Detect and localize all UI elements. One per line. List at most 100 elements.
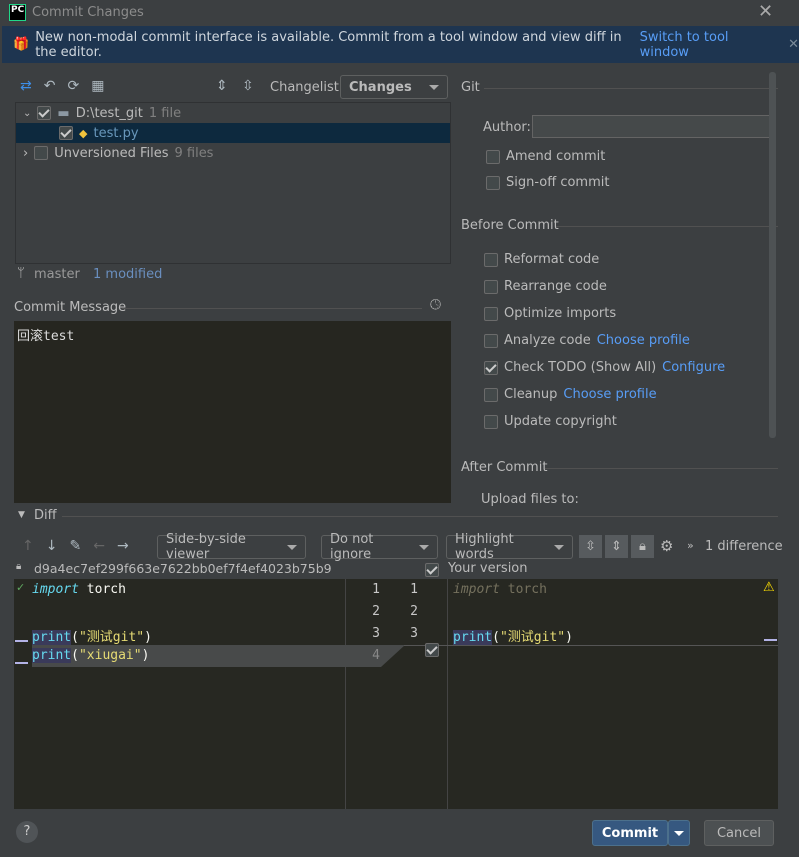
history-icon[interactable]: 🕓︎ (430, 297, 441, 313)
forward-icon[interactable]: → (117, 538, 129, 554)
sync-scroll-icon[interactable]: ⇕ (605, 535, 628, 558)
before-commit-option[interactable]: Reformat code (484, 252, 599, 267)
refresh-icon[interactable]: ⟳ (67, 78, 79, 94)
keyword: import (32, 582, 79, 597)
commit-message-label: Commit Message (14, 300, 127, 315)
diff-collapse-icon[interactable]: ▼ (18, 510, 25, 520)
help-button[interactable]: ? (16, 821, 38, 843)
right-line-number: 1 (410, 582, 418, 597)
root-count: 1 file (148, 105, 182, 121)
branch-name[interactable]: master (34, 267, 80, 282)
option-checkbox[interactable] (484, 306, 498, 321)
tree-item-root[interactable]: ⌄ ▬ D:\test_git 1 file (16, 103, 450, 123)
python-file-icon: ◆ (79, 126, 88, 140)
function-name: print (32, 648, 72, 663)
file-checkbox[interactable] (59, 126, 73, 140)
group-by-icon[interactable]: ▦ (91, 78, 104, 94)
include-all-checkbox[interactable] (425, 562, 439, 577)
change-marker (15, 640, 28, 642)
gear-icon[interactable]: ⚙ (660, 537, 673, 555)
amend-commit-checkbox[interactable]: Amend commit (486, 149, 605, 164)
code-text: ) (141, 648, 150, 663)
option-checkbox[interactable] (484, 360, 498, 375)
show-diff-icon[interactable]: ⇄ (20, 78, 32, 94)
highlight-select[interactable]: Highlight words (446, 532, 573, 562)
before-commit-option[interactable]: Cleanup Choose profile (484, 387, 657, 402)
more-icon[interactable]: » (687, 539, 694, 552)
changes-tree[interactable]: ⌄ ▬ D:\test_git 1 file ◆ test.py › Unvers… (15, 102, 451, 264)
before-commit-option[interactable]: Check TODO (Show All) Configure (484, 360, 725, 375)
chevron-down-icon (429, 84, 439, 90)
window-title: Commit Changes (32, 5, 144, 20)
option-link[interactable]: Configure (662, 360, 725, 375)
before-commit-option[interactable]: Optimize imports (484, 306, 616, 321)
diff-gutter (345, 579, 448, 809)
tree-item-unversioned[interactable]: › Unversioned Files 9 files (16, 143, 450, 163)
collapse-unchanged-icon[interactable]: ⇳ (579, 535, 602, 558)
diff-label: Diff (34, 508, 57, 523)
viewer-value: Side-by-side viewer (166, 532, 246, 562)
scrollbar[interactable] (769, 72, 776, 438)
cancel-button[interactable]: Cancel (704, 820, 774, 846)
branch-icon: ᛘ (17, 266, 25, 281)
right-line-number: 2 (410, 604, 418, 619)
code-text: ) (144, 630, 152, 645)
code-text: torch (78, 582, 126, 597)
changelist-label: Changelist: (270, 80, 344, 95)
string-literal: "xiugai" (78, 648, 142, 663)
viewer-select[interactable]: Side-by-side viewer (157, 532, 306, 562)
code-line: print("测试git") (453, 626, 573, 645)
chevron-down-icon[interactable]: ⌄ (23, 108, 31, 119)
file-label: test.py (93, 125, 139, 141)
keyword: import (453, 582, 500, 597)
option-checkbox[interactable] (484, 333, 498, 348)
unversioned-label: Unversioned Files (54, 145, 169, 161)
left-line-number: 4 (372, 648, 380, 663)
ignore-select[interactable]: Do not ignore (321, 532, 438, 562)
switch-to-tool-window-link[interactable]: Switch to tool window (640, 30, 771, 60)
option-link[interactable]: Choose profile (563, 387, 656, 402)
unversioned-checkbox[interactable] (34, 146, 49, 160)
option-checkbox[interactable] (484, 414, 498, 429)
root-label: D:\test_git (75, 105, 143, 121)
signoff-commit-checkbox[interactable]: Sign-off commit (486, 175, 609, 190)
rollback-icon[interactable]: ↶ (44, 78, 56, 94)
edit-icon[interactable]: ✎ (69, 538, 81, 554)
option-checkbox[interactable] (484, 252, 498, 267)
commit-options-button[interactable] (668, 820, 690, 846)
option-link[interactable]: Choose profile (597, 333, 690, 348)
diff-right-editor[interactable] (448, 579, 778, 809)
lock-icon: 🔒︎ (16, 561, 22, 572)
banner-close-icon[interactable]: ✕ (788, 37, 799, 52)
next-diff-icon[interactable]: ↓ (46, 538, 58, 554)
modified-count[interactable]: 1 modified (93, 267, 162, 282)
highlight-value: Highlight words (455, 532, 514, 562)
collapse-all-icon[interactable]: ⇳ (242, 78, 254, 94)
tree-item-file[interactable]: ◆ test.py (16, 123, 450, 143)
after-commit-title: After Commit (461, 460, 548, 475)
root-checkbox[interactable] (37, 106, 52, 120)
before-commit-option[interactable]: Rearrange code (484, 279, 607, 294)
back-icon[interactable]: ← (93, 538, 105, 554)
author-input[interactable] (532, 115, 773, 138)
commit-message-input[interactable]: 回滚test (14, 321, 451, 503)
commit-button[interactable]: Commit (592, 820, 668, 846)
before-commit-option[interactable]: Update copyright (484, 414, 617, 429)
code-line: import torch (32, 582, 126, 597)
lock-icon[interactable]: 🔒︎ (631, 535, 654, 558)
chevron-right-icon[interactable]: › (23, 146, 28, 161)
code-text: ) (565, 630, 573, 645)
expand-all-icon[interactable]: ⇕ (216, 78, 228, 94)
option-checkbox[interactable] (484, 279, 498, 294)
close-icon[interactable]: ✕ (758, 1, 773, 22)
banner-text: New non-modal commit interface is availa… (35, 29, 622, 60)
title-bar: PC Commit Changes ✕ (0, 0, 799, 26)
previous-diff-icon[interactable]: ↑ (22, 538, 34, 554)
line-include-checkbox[interactable] (425, 642, 439, 657)
changelist-select[interactable]: Changes (340, 75, 448, 99)
before-commit-option[interactable]: Analyze code Choose profile (484, 333, 690, 348)
diff-left-editor[interactable] (14, 579, 345, 809)
option-label: Check TODO (Show All) (504, 360, 657, 375)
option-checkbox[interactable] (484, 387, 498, 402)
author-label: Author: (483, 120, 531, 135)
